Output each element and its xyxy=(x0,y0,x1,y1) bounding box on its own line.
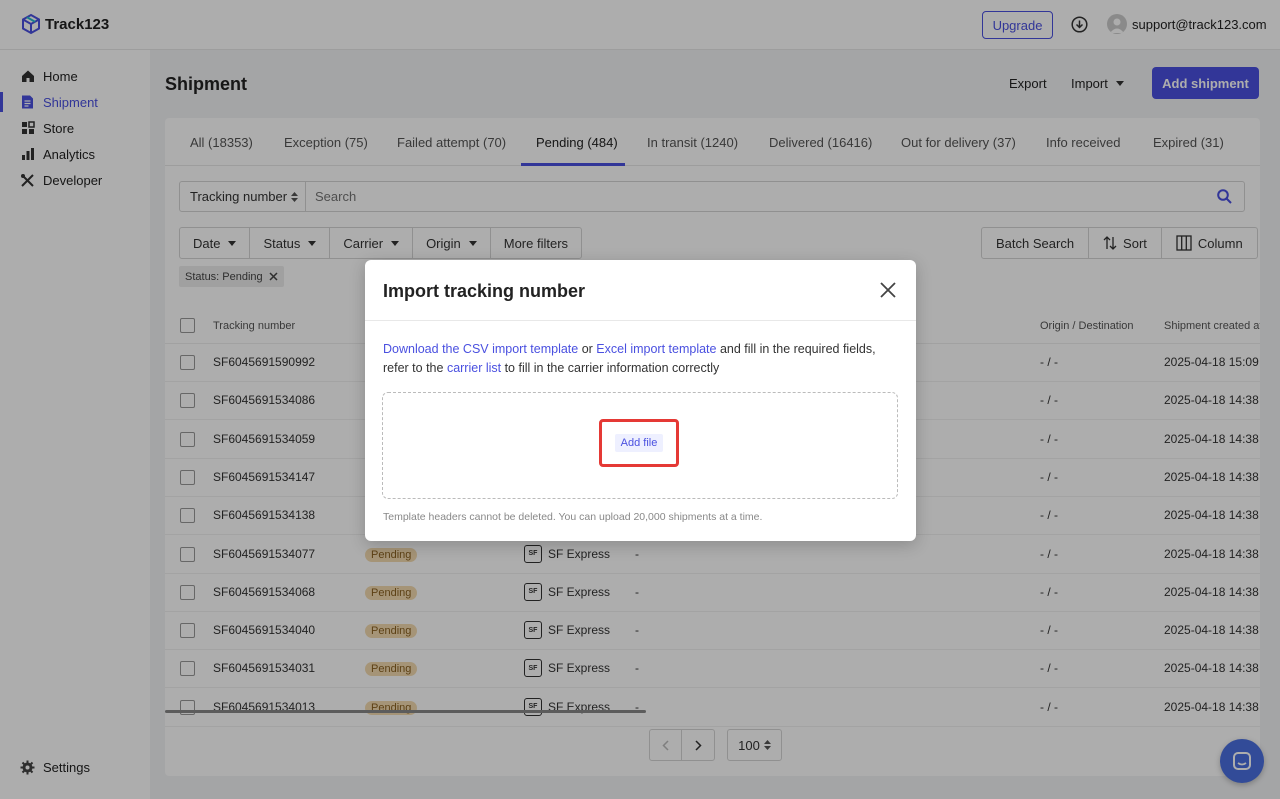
excel-template-link[interactable]: Excel import template xyxy=(596,342,716,356)
file-dropzone[interactable]: Add file xyxy=(382,392,898,499)
close-icon[interactable] xyxy=(879,281,897,299)
import-modal: Import tracking number Download the CSV … xyxy=(365,260,916,541)
carrier-list-link[interactable]: carrier list xyxy=(447,361,501,375)
desc-text: to fill in the carrier information corre… xyxy=(501,361,720,375)
modal-title: Import tracking number xyxy=(383,281,586,301)
modal-description: Download the CSV import template or Exce… xyxy=(383,340,898,378)
desc-text: or xyxy=(578,342,597,356)
csv-template-link[interactable]: Download the CSV import template xyxy=(383,342,578,356)
add-file-button[interactable]: Add file xyxy=(614,434,664,452)
modal-header: Import tracking number xyxy=(365,260,916,321)
add-file-highlight: Add file xyxy=(599,419,679,467)
modal-note: Template headers cannot be deleted. You … xyxy=(383,511,763,523)
